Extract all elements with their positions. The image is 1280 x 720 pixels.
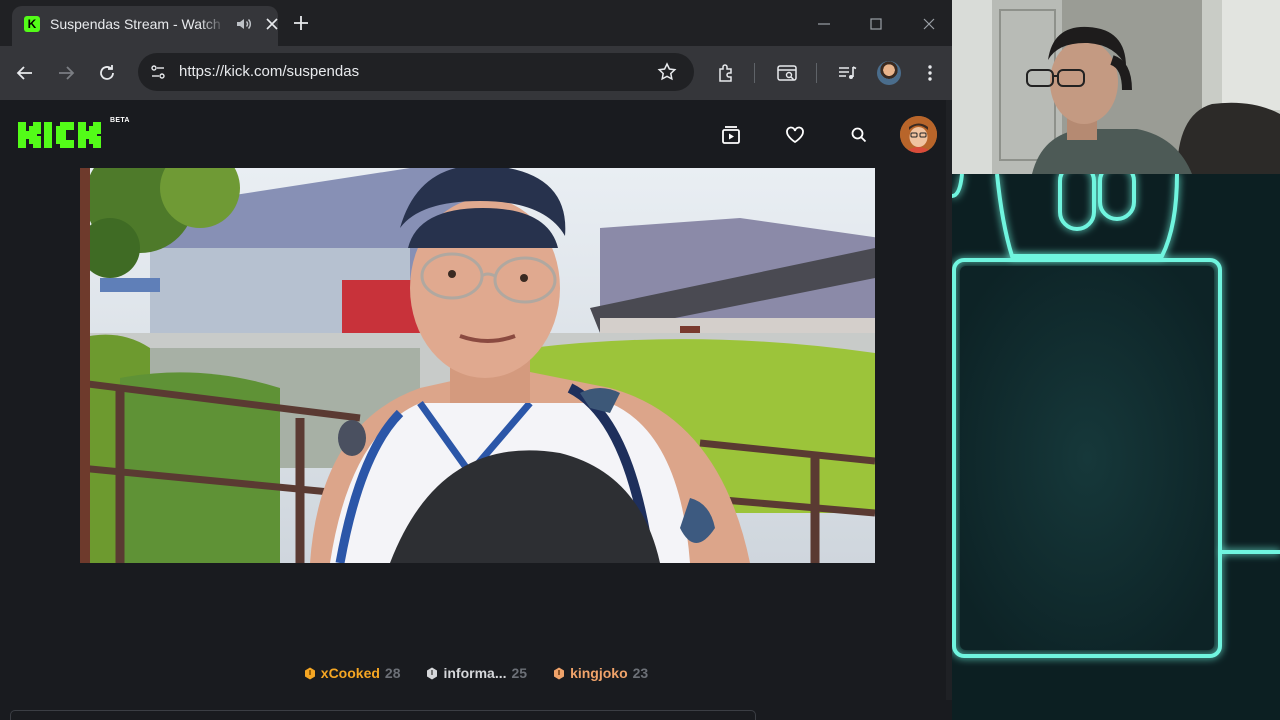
stream-video-player[interactable] (80, 168, 875, 563)
chat-input-box[interactable] (10, 710, 756, 720)
toolbar-divider (754, 63, 755, 83)
browser-tab[interactable]: K Suspendas Stream - Watch Live on Kick (12, 6, 278, 46)
leaderboard-username: xCooked (320, 665, 380, 681)
reload-icon[interactable] (95, 61, 119, 85)
gold-hexagon-badge-icon (304, 667, 315, 679)
more-menu-icon[interactable] (918, 61, 942, 85)
gift-leaderboard: xCooked 28 informa... 25 kingjoko 23 (0, 662, 952, 684)
site-settings-icon[interactable] (148, 62, 168, 82)
back-arrow-icon[interactable] (13, 61, 37, 85)
plus-icon[interactable] (290, 12, 312, 34)
browser-toolbar: https://kick.com/suspendas (0, 46, 952, 100)
browser-window: K Suspendas Stream - Watch Live on Kick (0, 0, 952, 720)
browse-icon[interactable] (720, 124, 742, 146)
screen: K Suspendas Stream - Watch Live on Kick (0, 0, 1280, 720)
beta-label: BETA (110, 117, 130, 124)
media-control-icon[interactable] (836, 61, 860, 85)
leaderboard-score: 23 (632, 665, 649, 681)
following-heart-icon[interactable] (784, 124, 806, 146)
forward-arrow-icon[interactable] (54, 61, 78, 85)
stream-thumbnail (80, 168, 875, 563)
user-avatar[interactable] (900, 116, 937, 153)
leaderboard-entry[interactable]: kingjoko 23 (553, 665, 648, 681)
leaderboard-score: 28 (384, 665, 401, 681)
window-close-icon[interactable] (917, 12, 941, 36)
profile-avatar[interactable] (877, 61, 901, 85)
silver-hexagon-badge-icon (427, 667, 438, 679)
leaderboard-entry[interactable]: informa... 25 (426, 665, 527, 681)
tab-title: Suspendas Stream - Watch Live on Kick (50, 16, 226, 32)
maximize-icon[interactable] (864, 12, 888, 36)
neon-frame-graphic (952, 174, 1280, 720)
kick-page: BETA xCooked 28 informa... 25 kingjoko 2… (0, 100, 952, 720)
streamer-webcam (952, 0, 1280, 174)
webcam-feed (952, 0, 1280, 174)
extensions-icon[interactable] (714, 61, 738, 85)
url-text[interactable]: https://kick.com/suspendas (179, 64, 359, 80)
minimize-icon[interactable] (812, 12, 836, 36)
tab-strip: K Suspendas Stream - Watch Live on Kick (0, 0, 952, 46)
leaderboard-username: kingjoko (570, 665, 628, 681)
leaderboard-username: informa... (443, 665, 507, 681)
bronze-hexagon-badge-icon (554, 667, 565, 679)
leaderboard-entry[interactable]: xCooked 28 (304, 665, 401, 681)
address-bar[interactable]: https://kick.com/suspendas (138, 53, 694, 91)
speaker-icon[interactable] (234, 14, 254, 34)
search-icon[interactable] (848, 124, 870, 146)
close-icon[interactable] (262, 14, 282, 34)
stream-neon-overlay (952, 174, 1280, 720)
bookmark-star-icon[interactable] (656, 61, 678, 83)
leaderboard-score: 25 (511, 665, 528, 681)
avatar-image (900, 116, 937, 153)
toolbar-divider (816, 63, 817, 83)
kick-favicon: K (24, 16, 40, 32)
tab-search-icon[interactable] (775, 61, 799, 85)
